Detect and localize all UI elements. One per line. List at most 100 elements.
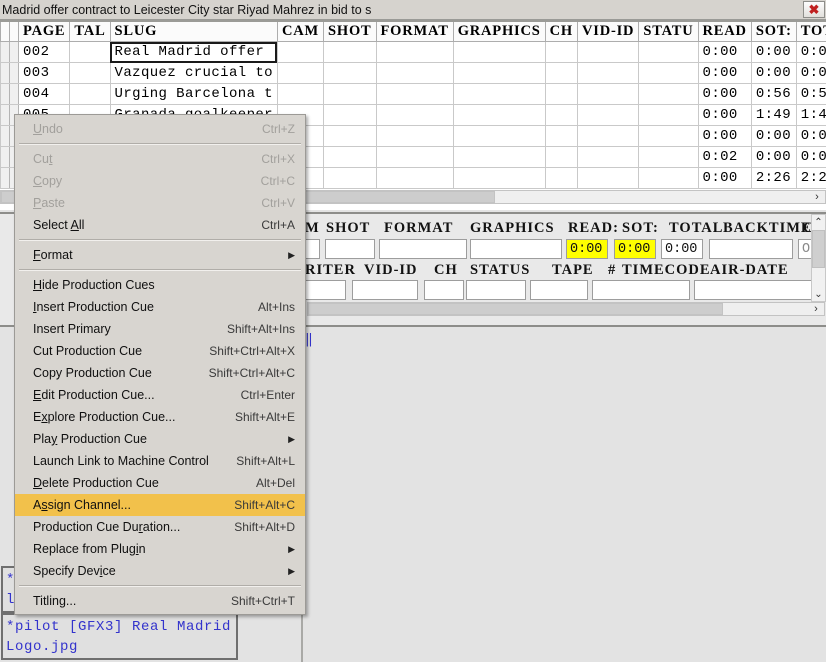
cell-read[interactable]: 0:00 [697, 62, 752, 84]
cell-format[interactable] [375, 41, 454, 63]
shot-field[interactable] [325, 239, 375, 259]
cell-tal[interactable] [69, 41, 111, 63]
cell-sot[interactable]: 0:00 [750, 41, 797, 63]
scroll-up-icon[interactable]: ⌃ [812, 215, 825, 229]
backtime-field[interactable] [709, 239, 793, 259]
cell-read[interactable]: 0:02 [697, 146, 752, 168]
cell-page[interactable]: 004 [17, 83, 71, 105]
cell-ch[interactable] [544, 125, 578, 147]
column-header[interactable]: CAM [276, 22, 325, 42]
cell-shot[interactable] [323, 125, 377, 147]
cell-status[interactable] [638, 104, 699, 126]
cell-read[interactable]: 0:00 [697, 83, 752, 105]
cell-sot[interactable]: 2:26 [750, 167, 797, 189]
column-header[interactable]: PAGE [17, 22, 71, 42]
cell-shot[interactable] [323, 146, 377, 168]
row-gutter-cell[interactable] [0, 146, 10, 168]
cell-ch[interactable] [544, 62, 578, 84]
column-header[interactable] [0, 22, 10, 42]
menu-item-copy[interactable]: Copy Ctrl+C [15, 170, 305, 192]
cell-sot[interactable]: 0:00 [750, 125, 797, 147]
row-gutter-cell[interactable] [9, 83, 19, 105]
cell-vid-id[interactable] [576, 41, 640, 63]
cell-ch[interactable] [544, 41, 578, 63]
cell-graphics[interactable] [452, 62, 546, 84]
cell-ch[interactable] [544, 83, 578, 105]
ch-field[interactable] [424, 280, 464, 300]
menu-item-delete-production-cue[interactable]: Delete Production Cue Alt+Del [15, 472, 305, 494]
column-header[interactable]: SOT: [750, 22, 797, 42]
air-date-field[interactable] [694, 280, 812, 300]
row-gutter-cell[interactable] [9, 41, 19, 63]
scrollbar-thumb[interactable] [812, 230, 825, 268]
cell-format[interactable] [375, 83, 454, 105]
cell-status[interactable] [638, 146, 699, 168]
cell-status[interactable] [638, 83, 699, 105]
cell-slug[interactable]: Urging Barcelona t [109, 83, 278, 105]
cell-vid-id[interactable] [576, 62, 640, 84]
cell-format[interactable] [375, 146, 454, 168]
cell-sot[interactable]: 0:00 [750, 146, 797, 168]
column-header[interactable]: FORMAT [375, 22, 454, 42]
menu-item-titling[interactable]: Titling... Shift+Ctrl+T [15, 590, 305, 612]
row-gutter-cell[interactable] [9, 62, 19, 84]
format-field[interactable] [379, 239, 467, 259]
table-row[interactable]: 004Urging Barcelona t0:000:560:56 [0, 83, 826, 105]
cell-shot[interactable] [323, 41, 377, 63]
cell-shot[interactable] [323, 104, 377, 126]
sot-field[interactable]: 0:00 [614, 239, 656, 259]
form-vertical-scrollbar[interactable]: ⌃ ⌄ [811, 214, 826, 302]
cell-vid-id[interactable] [576, 83, 640, 105]
column-header[interactable]: SLUG [109, 22, 278, 42]
cell-sot[interactable]: 0:56 [750, 83, 797, 105]
rundown-header-row[interactable]: PAGE TAL SLUG CAM SHOT FORMAT GRAPHICS CH VID-ID… [0, 22, 826, 42]
graphics-field[interactable] [470, 239, 562, 259]
close-icon[interactable]: ✖ [803, 1, 825, 18]
cell-status[interactable] [638, 62, 699, 84]
read-field[interactable]: 0:00 [566, 239, 608, 259]
cell-cam[interactable] [276, 62, 325, 84]
row-gutter-cell[interactable] [0, 104, 10, 126]
cell-total[interactable]: 0:00 [795, 62, 826, 84]
menu-item-specify-device[interactable]: Specify Device ▶ [15, 560, 305, 582]
column-header[interactable]: READ [697, 22, 752, 42]
column-header[interactable]: GRAPHICS [452, 22, 546, 42]
menu-item-edit-production-cue[interactable]: Edit Production Cue... Ctrl+Enter [15, 384, 305, 406]
menu-item-explore-production-cue[interactable]: Explore Production Cue... Shift+Alt+E [15, 406, 305, 428]
menu-item-hide-production-cues[interactable]: Hide Production Cues [15, 274, 305, 296]
scroll-right-icon[interactable]: › [809, 303, 823, 315]
menu-item-insert-primary[interactable]: Insert Primary Shift+Alt+Ins [15, 318, 305, 340]
cell-shot[interactable] [323, 167, 377, 189]
row-gutter-cell[interactable] [0, 83, 10, 105]
cell-read[interactable]: 0:00 [697, 41, 752, 63]
cell-read[interactable]: 0:00 [697, 167, 752, 189]
cell-vid-id[interactable] [576, 146, 640, 168]
cell-ch[interactable] [544, 146, 578, 168]
cell-tal[interactable] [69, 62, 111, 84]
context-menu[interactable]: Undo Ctrl+Z Cut Ctrl+X Copy Ctrl+C Paste Ctrl+V… [14, 114, 306, 615]
tape-field[interactable] [530, 280, 588, 300]
cell-graphics[interactable] [452, 83, 546, 105]
cell-status[interactable] [638, 41, 699, 63]
menu-item-cut[interactable]: Cut Ctrl+X [15, 148, 305, 170]
menu-item-play-production-cue[interactable]: Play Production Cue ▶ [15, 428, 305, 450]
cell-total[interactable]: 0:56 [795, 83, 826, 105]
column-header[interactable]: TAL [69, 22, 111, 42]
scroll-down-icon[interactable]: ⌄ [812, 287, 825, 301]
cell-page[interactable]: 003 [17, 62, 71, 84]
number-field[interactable] [592, 280, 690, 300]
row-gutter-cell[interactable] [0, 62, 10, 84]
cell-cam[interactable] [276, 41, 325, 63]
status-field[interactable] [466, 280, 526, 300]
menu-item-undo[interactable]: Undo Ctrl+Z [15, 118, 305, 140]
menu-item-cut-production-cue[interactable]: Cut Production Cue Shift+Ctrl+Alt+X [15, 340, 305, 362]
menu-item-paste[interactable]: Paste Ctrl+V [15, 192, 305, 214]
cell-vid-id[interactable] [576, 125, 640, 147]
production-cue-item[interactable]: *pilot [GFX3] Real Madrid Logo.jpg [1, 613, 238, 660]
cell-total[interactable]: 1:49 [795, 104, 826, 126]
column-header[interactable]: CH [544, 22, 578, 42]
menu-item-insert-production-cue[interactable]: Insert Production Cue Alt+Ins [15, 296, 305, 318]
cell-graphics[interactable] [452, 146, 546, 168]
cell-graphics[interactable] [452, 167, 546, 189]
cell-ch[interactable] [544, 167, 578, 189]
